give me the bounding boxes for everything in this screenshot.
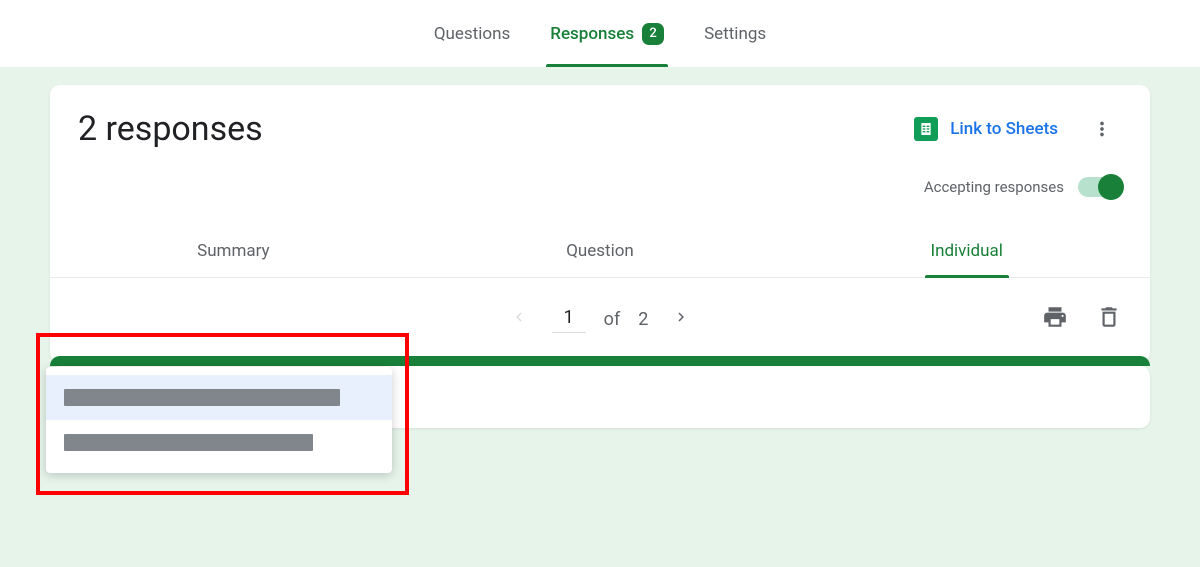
prev-response-button[interactable] [504,302,534,336]
print-button[interactable] [1042,304,1068,334]
canvas-area: 2 responses Link to Sheets Accepting res… [0,67,1200,567]
sub-tab-label: Question [566,241,634,261]
sub-tab-label: Individual [930,241,1002,261]
sub-tab-question[interactable]: Question [417,225,784,277]
more-vert-icon [1091,118,1113,140]
delete-button[interactable] [1096,304,1122,334]
card-header: 2 responses Link to Sheets [50,85,1150,157]
sub-tab-individual[interactable]: Individual [783,225,1150,277]
top-tabs-bar: Questions Responses 2 Settings [0,0,1200,67]
header-actions: Link to Sheets [914,109,1122,149]
dropdown-item[interactable] [46,420,392,465]
responses-title: 2 responses [78,109,263,149]
tab-responses[interactable]: Responses 2 [546,0,668,67]
accepting-toggle[interactable] [1078,177,1122,197]
next-response-button[interactable] [666,302,696,336]
tab-label: Responses [550,24,634,44]
sheets-icon [914,117,938,141]
print-icon [1042,304,1068,330]
pager-separator: of [604,309,621,330]
chevron-right-icon [672,308,690,326]
sub-tab-label: Summary [197,241,269,261]
tab-label: Questions [434,24,510,44]
responses-card: 2 responses Link to Sheets Accepting res… [50,85,1150,362]
accent-bar [50,356,1150,366]
accepting-label: Accepting responses [924,178,1064,196]
dropdown-item[interactable] [46,375,392,420]
redacted-text [64,389,340,406]
trash-icon [1096,304,1122,330]
responses-count-badge: 2 [642,23,664,45]
pager-row: 1 of 2 [50,278,1150,362]
response-selector-dropdown[interactable] [46,367,392,473]
pager: 1 of 2 [504,302,697,336]
tab-settings[interactable]: Settings [700,0,770,67]
redacted-text [64,434,313,451]
accepting-row: Accepting responses [50,157,1150,225]
chevron-left-icon [510,308,528,326]
tab-questions[interactable]: Questions [430,0,514,67]
current-response-number[interactable]: 1 [552,305,586,333]
sub-tabs: Summary Question Individual [50,225,1150,278]
more-options-button[interactable] [1082,109,1122,149]
link-sheets-label: Link to Sheets [950,119,1058,139]
tab-label: Settings [704,24,766,44]
sub-tab-summary[interactable]: Summary [50,225,417,277]
total-responses: 2 [638,309,648,330]
link-to-sheets-button[interactable]: Link to Sheets [914,117,1058,141]
